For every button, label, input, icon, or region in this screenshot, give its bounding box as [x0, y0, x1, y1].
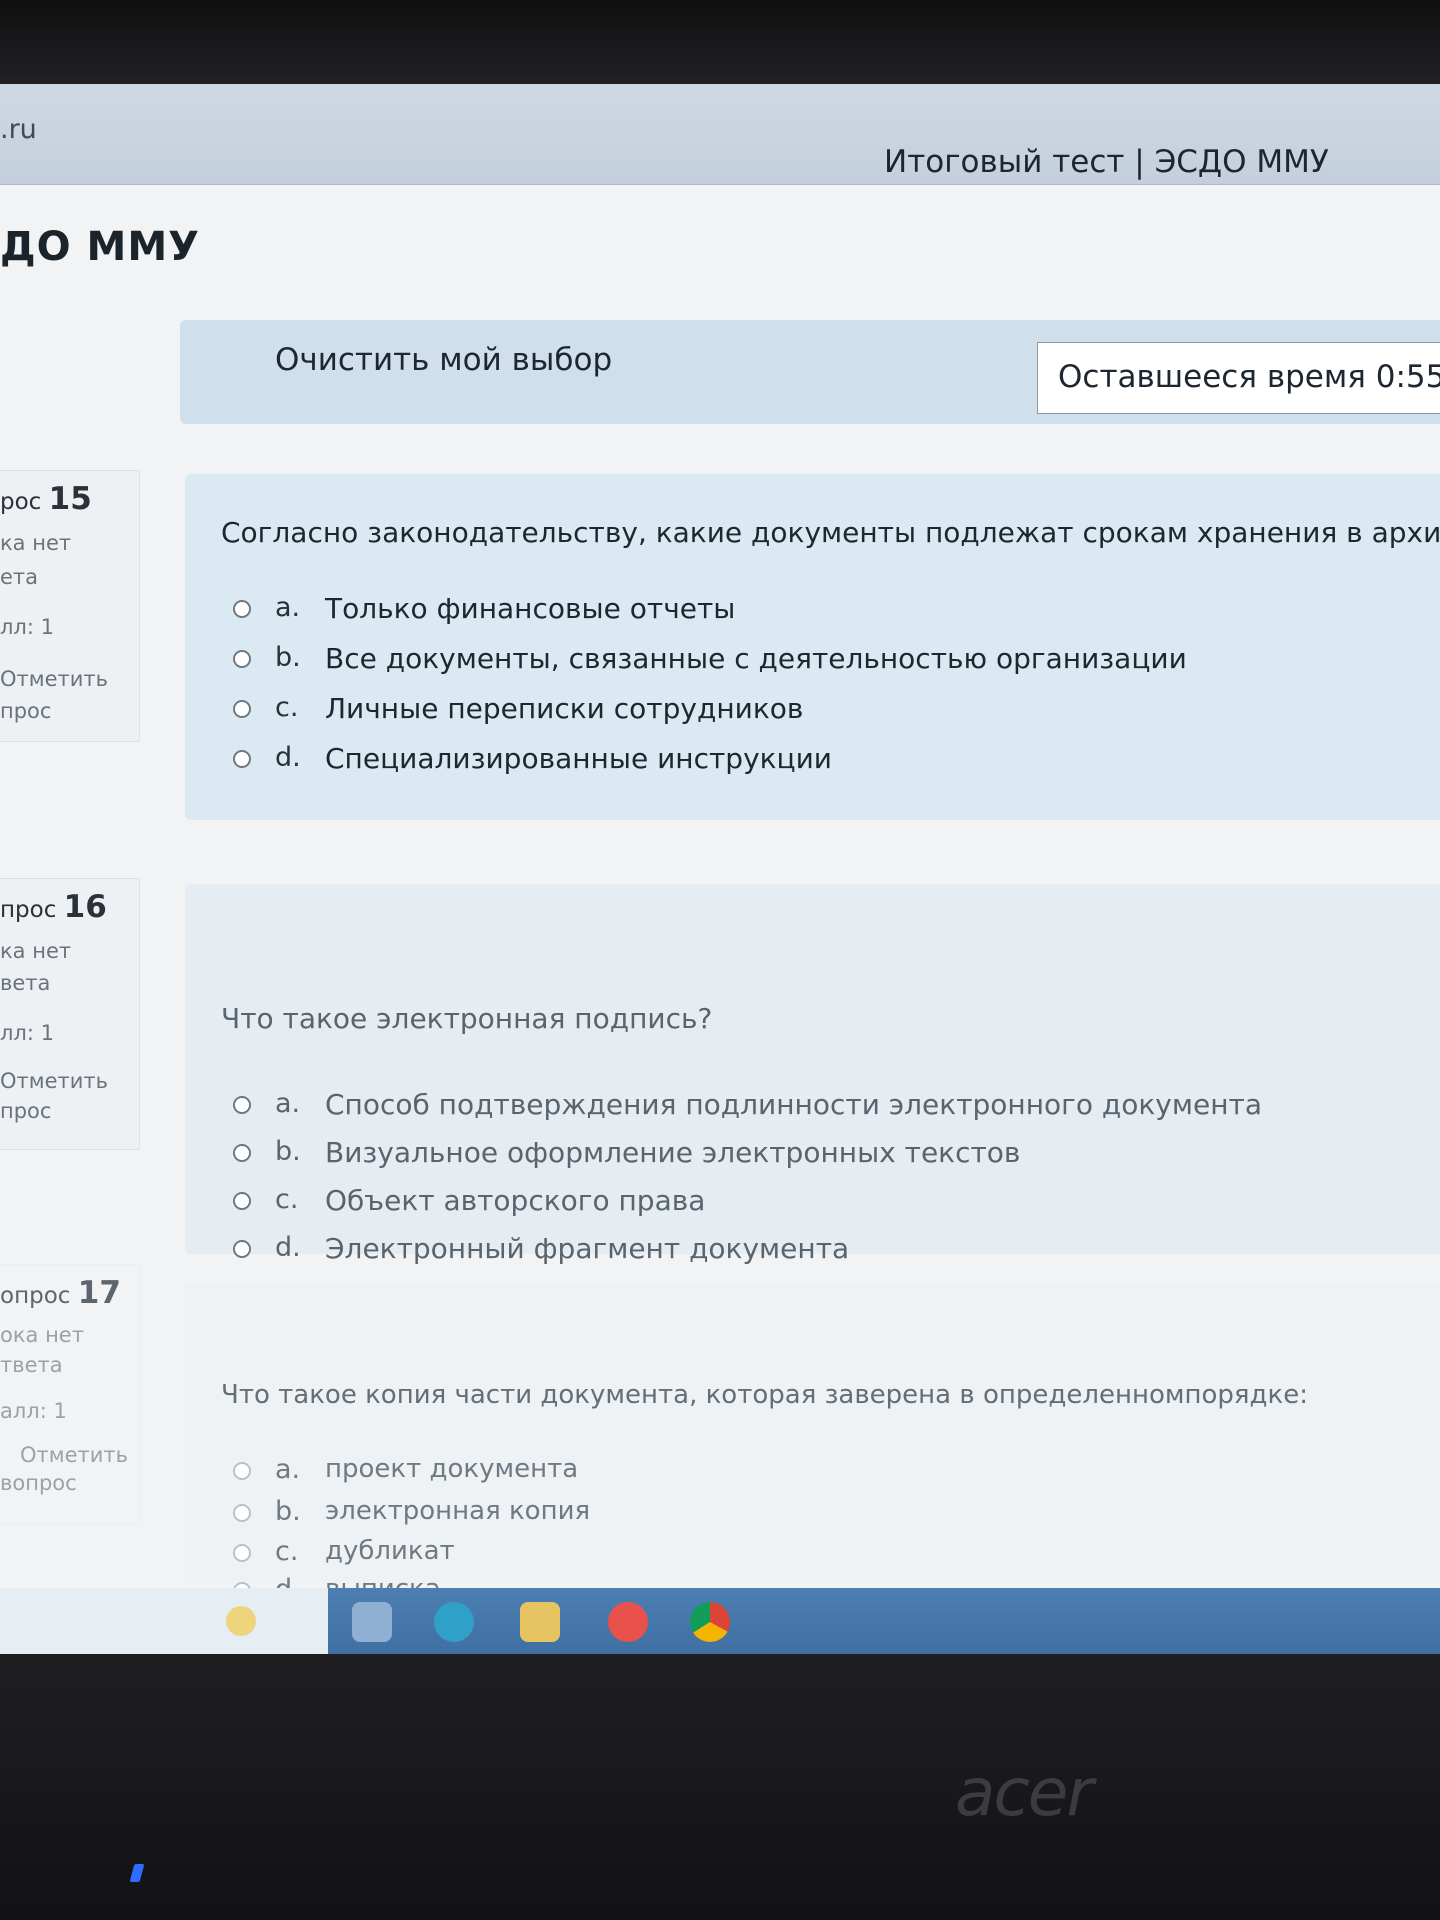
screen: .ru Итоговый тест | ЭСДО ММУ ДО ММУ Очис… — [0, 84, 1440, 1654]
option-text: Все документы, связанные с деятельностью… — [325, 642, 1187, 675]
flag-question-link[interactable]: Отметить — [20, 1443, 128, 1467]
taskbar-widgets-area — [0, 1588, 328, 1654]
radio-button[interactable] — [233, 600, 251, 618]
option-text: Специализированные инструкции — [325, 742, 833, 775]
option-letter: b. — [275, 1496, 301, 1527]
option-text: электронная копия — [325, 1496, 591, 1526]
laptop-bezel-top — [0, 0, 1440, 90]
browser-bar: .ru Итоговый тест | ЭСДО ММУ — [0, 84, 1440, 185]
question-status: ока нет — [0, 1323, 84, 1347]
option-letter: d. — [275, 1232, 301, 1263]
question-points: лл: 1 — [0, 1021, 54, 1045]
option-letter: c. — [275, 1536, 299, 1567]
flag-question-link[interactable]: Отметить — [0, 1069, 108, 1093]
question-17: Что такое копия части документа, которая… — [185, 1284, 1440, 1584]
laptop-brand-logo: acer — [955, 1754, 1093, 1831]
question-status: ка нет — [0, 531, 72, 555]
quiz-toolbar: Очистить мой выбор Оставшееся время 0:55… — [180, 320, 1440, 424]
question-info-16: прос 16 ка нет вета лл: 1 Отметить прос — [0, 878, 140, 1150]
option-text: Личные переписки сотрудников — [325, 692, 804, 725]
flag-question-link-cont[interactable]: прос — [0, 1099, 51, 1123]
radio-button[interactable] — [233, 1544, 251, 1562]
question-status-cont: вета — [0, 971, 51, 995]
question-text: Согласно законодательству, какие докумен… — [221, 516, 1440, 549]
flag-question-link[interactable]: Отметить — [0, 667, 108, 691]
flag-question-link-cont[interactable]: прос — [0, 699, 51, 723]
option-letter: b. — [275, 1136, 301, 1167]
option-letter: a. — [275, 592, 301, 623]
radio-button[interactable] — [233, 650, 251, 668]
option-letter: c. — [275, 1184, 299, 1215]
question-points: лл: 1 — [0, 615, 54, 639]
radio-button[interactable] — [233, 700, 251, 718]
option-letter: d. — [275, 742, 301, 773]
question-info-17: опрос 17 ока нет твета алл: 1 Отметить в… — [0, 1264, 140, 1524]
option-text: Визуальное оформление электронных тексто… — [325, 1136, 1021, 1169]
radio-button[interactable] — [233, 1096, 251, 1114]
question-15: Согласно законодательству, какие докумен… — [185, 474, 1440, 820]
option-letter: a. — [275, 1454, 301, 1485]
option-text: проект документа — [325, 1454, 579, 1484]
option-text: Объект авторского права — [325, 1184, 706, 1217]
question-status-cont: ета — [0, 565, 39, 589]
question-status-cont: твета — [0, 1353, 63, 1377]
option-letter: c. — [275, 692, 299, 723]
radio-button[interactable] — [233, 1192, 251, 1210]
edge-icon[interactable] — [434, 1602, 474, 1642]
option-text: Только финансовые отчеты — [325, 592, 736, 625]
option-letter: b. — [275, 642, 301, 673]
question-number: прос 16 — [0, 889, 107, 925]
question-16: Что такое электронная подпись? a. Способ… — [185, 884, 1440, 1265]
remaining-time: Оставшееся время 0:55:39 — [1037, 342, 1440, 414]
window-title: Итоговый тест | ЭСДО ММУ — [884, 144, 1329, 180]
option-text: Электронный фрагмент документа — [325, 1232, 850, 1265]
question-points: алл: 1 — [0, 1399, 67, 1423]
site-title: ДО ММУ — [0, 224, 201, 270]
radio-button[interactable] — [233, 1240, 251, 1258]
widgets-icon[interactable] — [226, 1606, 256, 1636]
laptop-bezel-bottom: acer — [0, 1654, 1440, 1920]
question-text: Что такое копия части документа, которая… — [221, 1380, 1308, 1410]
flag-question-link-cont[interactable]: вопрос — [0, 1471, 77, 1495]
question-info-15: рос 15 ка нет ета лл: 1 Отметить прос — [0, 470, 140, 742]
chrome-icon[interactable] — [690, 1602, 730, 1642]
option-text: Способ подтверждения подлинности электро… — [325, 1088, 1262, 1121]
power-led — [129, 1864, 145, 1882]
question-number: рос 15 — [0, 481, 92, 517]
radio-button[interactable] — [233, 1144, 251, 1162]
question-number: опрос 17 — [0, 1275, 121, 1311]
task-view-icon[interactable] — [352, 1602, 392, 1642]
file-explorer-icon[interactable] — [520, 1602, 560, 1642]
question-text: Что такое электронная подпись? — [221, 1002, 713, 1035]
radio-button[interactable] — [233, 1504, 251, 1522]
clear-choice-link[interactable]: Очистить мой выбор — [275, 342, 612, 378]
taskbar — [0, 1588, 1440, 1654]
option-text: дубликат — [325, 1536, 455, 1566]
radio-button[interactable] — [233, 1462, 251, 1480]
question-status: ка нет — [0, 939, 72, 963]
option-letter: a. — [275, 1088, 301, 1119]
radio-button[interactable] — [233, 750, 251, 768]
address-bar-url[interactable]: .ru — [0, 114, 37, 145]
yandex-browser-icon[interactable] — [608, 1602, 648, 1642]
